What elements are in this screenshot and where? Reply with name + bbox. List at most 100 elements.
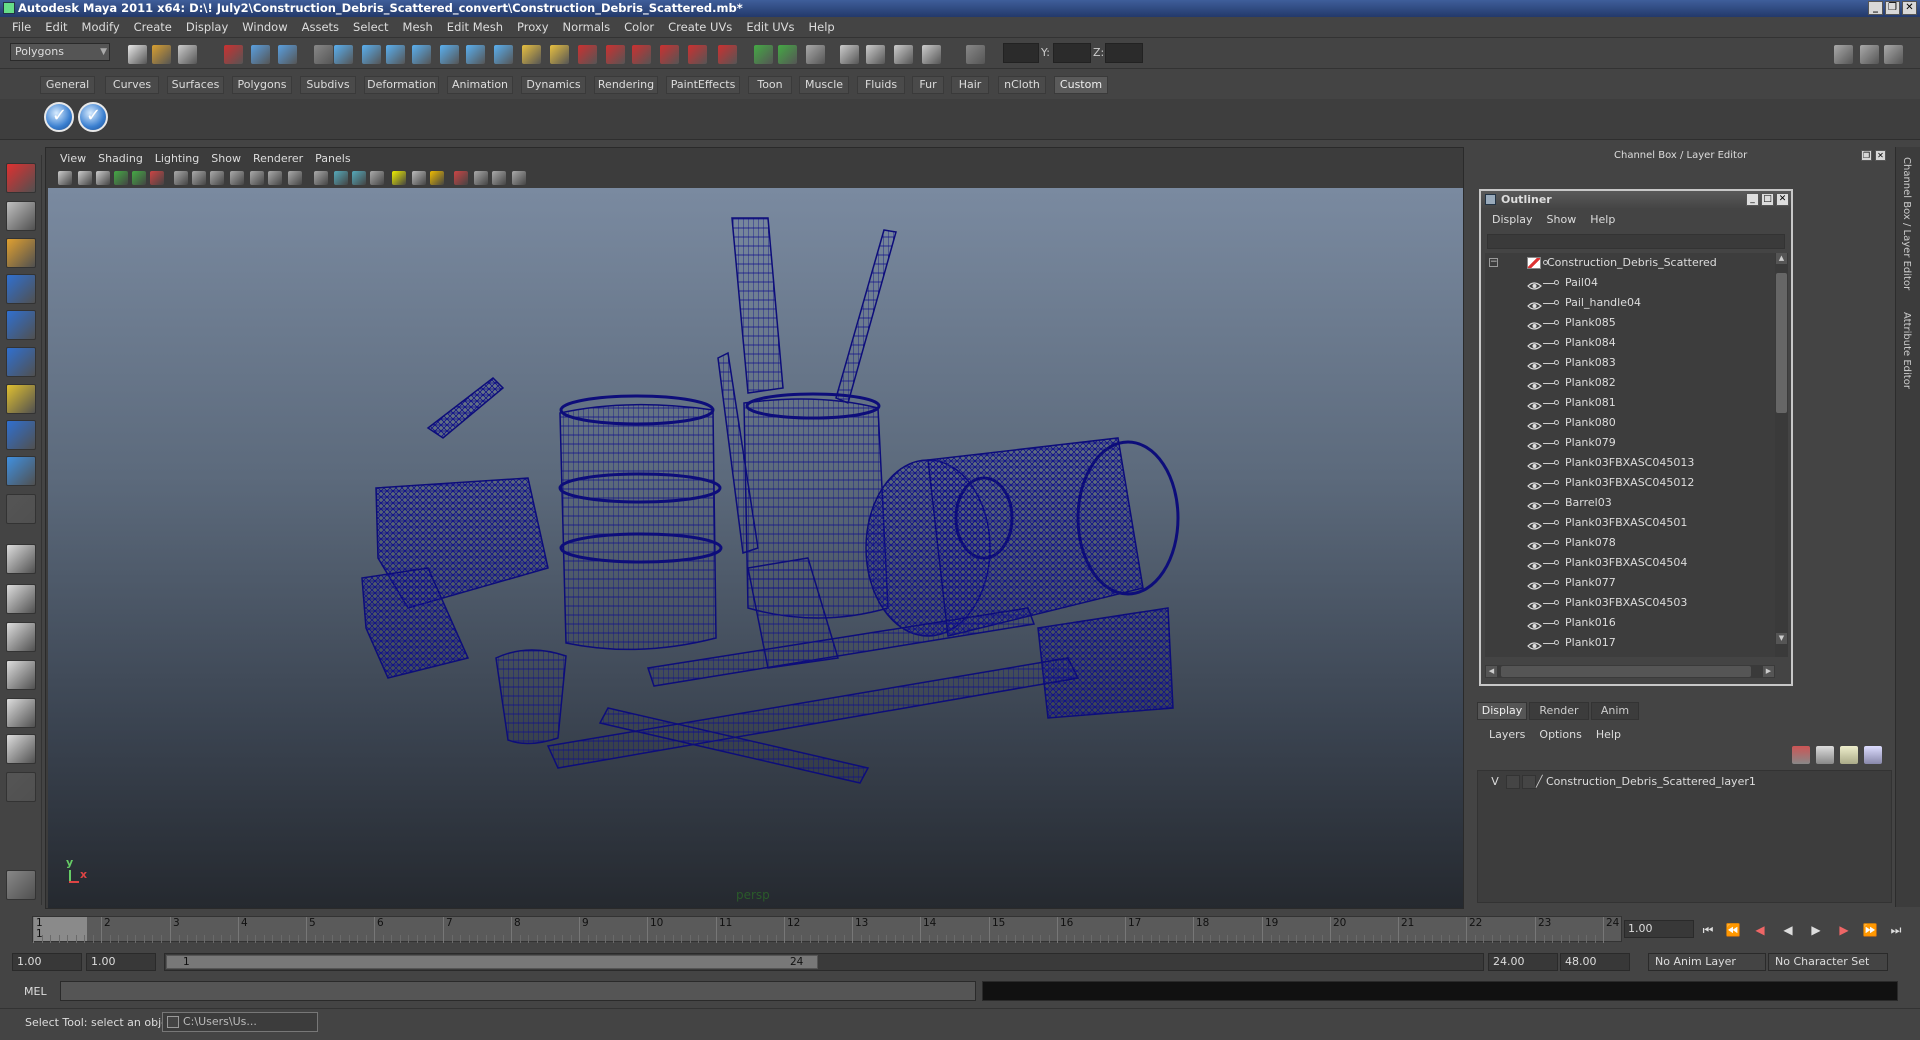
step-back-key-icon[interactable]: ◀ bbox=[1752, 922, 1768, 938]
select-tool-icon[interactable] bbox=[6, 163, 36, 193]
status-tool-icon-28[interactable] bbox=[894, 45, 913, 64]
viewport-tool-icon-8[interactable] bbox=[192, 171, 206, 185]
shelf-tab-rendering[interactable]: Rendering bbox=[594, 76, 658, 94]
status-tool-icon-27[interactable] bbox=[866, 45, 885, 64]
viewport-tool-icon-7[interactable] bbox=[174, 171, 188, 185]
status-tool-icon-30[interactable] bbox=[966, 45, 985, 64]
layout-options-icon[interactable] bbox=[6, 772, 36, 802]
status-tool-icon-18[interactable] bbox=[606, 45, 625, 64]
outliner-item[interactable]: Plank078 bbox=[1485, 533, 1775, 553]
hscroll-thumb[interactable] bbox=[1501, 666, 1751, 677]
menu-mesh[interactable]: Mesh bbox=[396, 20, 440, 34]
menu-display[interactable]: Display bbox=[179, 20, 235, 34]
layer-menu-options[interactable]: Options bbox=[1532, 728, 1588, 741]
viewport-menu-panels[interactable]: Panels bbox=[309, 152, 356, 165]
viewport-tool-icon-23[interactable] bbox=[492, 171, 506, 185]
layer-color-swatch[interactable] bbox=[1522, 775, 1536, 789]
viewport-tool-icon-13[interactable] bbox=[288, 171, 302, 185]
soft-modification-icon[interactable] bbox=[6, 420, 36, 450]
status-tool-icon-17[interactable] bbox=[578, 45, 597, 64]
universal-manipulator-icon[interactable] bbox=[6, 384, 36, 414]
shelf-tab-custom[interactable]: Custom bbox=[1054, 76, 1108, 94]
outliner-close-button[interactable]: ✕ bbox=[1776, 193, 1789, 206]
viewport-menu-view[interactable]: View bbox=[54, 152, 92, 165]
layer-icon-2[interactable] bbox=[1816, 746, 1834, 764]
shelf-tab-polygons[interactable]: Polygons bbox=[232, 76, 292, 94]
outliner-list[interactable]: − Construction_Debris_Scattered Pail04 Pail… bbox=[1485, 253, 1775, 657]
outliner-item[interactable]: Plank03FBXASC04503 bbox=[1485, 593, 1775, 613]
outliner-item[interactable]: Plank081 bbox=[1485, 393, 1775, 413]
status-tool-icon-10[interactable] bbox=[386, 45, 405, 64]
play-backwards-icon[interactable]: ◀ bbox=[1780, 922, 1796, 938]
layer-visibility-toggle[interactable]: V bbox=[1486, 773, 1504, 791]
hypershade-layout-icon[interactable] bbox=[6, 698, 36, 728]
viewport-tool-icon-16[interactable] bbox=[352, 171, 366, 185]
go-to-start-icon[interactable]: ⏮ bbox=[1700, 922, 1716, 938]
status-tool-icon-4[interactable] bbox=[224, 45, 243, 64]
outliner-menu-display[interactable]: Display bbox=[1485, 213, 1540, 226]
outliner-item[interactable]: Plank080 bbox=[1485, 413, 1775, 433]
viewport-menu-show[interactable]: Show bbox=[205, 152, 247, 165]
outliner-maximize-button[interactable]: □ bbox=[1761, 193, 1774, 206]
paint-select-icon[interactable] bbox=[6, 238, 36, 268]
viewport-tool-icon-2[interactable] bbox=[78, 171, 92, 185]
shelf-tab-curves[interactable]: Curves bbox=[105, 76, 159, 94]
outliner-root-node[interactable]: − Construction_Debris_Scattered bbox=[1485, 253, 1775, 273]
menu-select[interactable]: Select bbox=[346, 20, 395, 34]
time-slider[interactable]: 1 1 2 3 4 5 6 7 8 9 10 11 12 13 14 15 16 17 18 19 20 21 22 23 2… bbox=[32, 916, 1622, 943]
scroll-up-icon[interactable]: ▲ bbox=[1776, 253, 1787, 264]
x-field[interactable] bbox=[1003, 43, 1039, 63]
start-time-field[interactable]: 1.00 bbox=[12, 953, 82, 971]
outliner-item[interactable]: Plank079 bbox=[1485, 433, 1775, 453]
character-set-dropdown[interactable]: No Character Set bbox=[1768, 953, 1888, 971]
menu-proxy[interactable]: Proxy bbox=[510, 20, 556, 34]
outliner-item[interactable]: Plank03FBXASC04501 bbox=[1485, 513, 1775, 533]
scale-tool-icon[interactable] bbox=[6, 347, 36, 377]
outliner-item[interactable]: Plank017 bbox=[1485, 633, 1775, 653]
restore-button[interactable]: ❐ bbox=[1885, 1, 1900, 15]
layer-row[interactable]: V ╱ Construction_Debris_Scattered_layer1 bbox=[1478, 773, 1891, 791]
outliner-menu-help[interactable]: Help bbox=[1583, 213, 1622, 226]
minimized-window-button[interactable]: C:\Users\Us... bbox=[162, 1012, 318, 1032]
status-tool-icon-6[interactable] bbox=[278, 45, 297, 64]
status-tool-icon-20[interactable] bbox=[660, 45, 679, 64]
shelf-tab-deformation[interactable]: Deformation bbox=[364, 76, 439, 94]
viewport-tool-icon-18[interactable] bbox=[392, 171, 406, 185]
status-tool-icon-2[interactable] bbox=[152, 45, 171, 64]
shelf-tab-toon[interactable]: Toon bbox=[748, 76, 792, 94]
play-forwards-icon[interactable]: ▶ bbox=[1808, 922, 1824, 938]
perspective-viewport[interactable]: y x persp bbox=[48, 188, 1463, 908]
dock-close-button[interactable]: ✕ bbox=[1875, 150, 1886, 161]
viewport-tool-icon-5[interactable] bbox=[132, 171, 146, 185]
outliner-menu-show[interactable]: Show bbox=[1540, 213, 1584, 226]
close-button[interactable]: ✕ bbox=[1902, 1, 1917, 15]
range-slider-thumb[interactable] bbox=[166, 955, 818, 969]
viewport-tool-icon-12[interactable] bbox=[268, 171, 282, 185]
side-tab-attribute-editor[interactable]: Attribute Editor bbox=[1901, 312, 1912, 389]
dock-float-button[interactable]: ❐ bbox=[1861, 150, 1872, 161]
command-input[interactable] bbox=[60, 981, 976, 1001]
viewport-tool-icon-10[interactable] bbox=[230, 171, 244, 185]
menu-create[interactable]: Create bbox=[127, 20, 179, 34]
viewport-tool-icon-19[interactable] bbox=[412, 171, 426, 185]
status-tool-icon-24[interactable] bbox=[778, 45, 797, 64]
menu-color[interactable]: Color bbox=[617, 20, 661, 34]
playback-end-field[interactable]: 24.00 bbox=[1488, 953, 1558, 971]
current-frame-field[interactable]: 1.00 bbox=[1624, 920, 1694, 938]
lasso-tool-icon[interactable] bbox=[6, 201, 36, 231]
status-tool-icon-33[interactable] bbox=[1884, 45, 1903, 64]
shelf-tab-ncloth[interactable]: nCloth bbox=[998, 76, 1046, 94]
status-tool-icon-19[interactable] bbox=[632, 45, 651, 64]
shelf-tab-fluids[interactable]: Fluids bbox=[857, 76, 905, 94]
viewport-tool-icon-6[interactable] bbox=[150, 171, 164, 185]
outliner-item[interactable]: Plank03FBXASC045013 bbox=[1485, 453, 1775, 473]
status-tool-icon-7[interactable] bbox=[314, 45, 333, 64]
outliner-item[interactable]: Plank085 bbox=[1485, 313, 1775, 333]
menu-modify[interactable]: Modify bbox=[75, 20, 127, 34]
menu-help[interactable]: Help bbox=[802, 20, 842, 34]
outliner-item[interactable]: Plank084 bbox=[1485, 333, 1775, 353]
shelf-tab-general[interactable]: General bbox=[40, 76, 95, 94]
range-slider[interactable]: 1 24 bbox=[164, 953, 1484, 971]
shelf-tab-hair[interactable]: Hair bbox=[951, 76, 989, 94]
new-layer-selected-icon[interactable] bbox=[1864, 746, 1882, 764]
